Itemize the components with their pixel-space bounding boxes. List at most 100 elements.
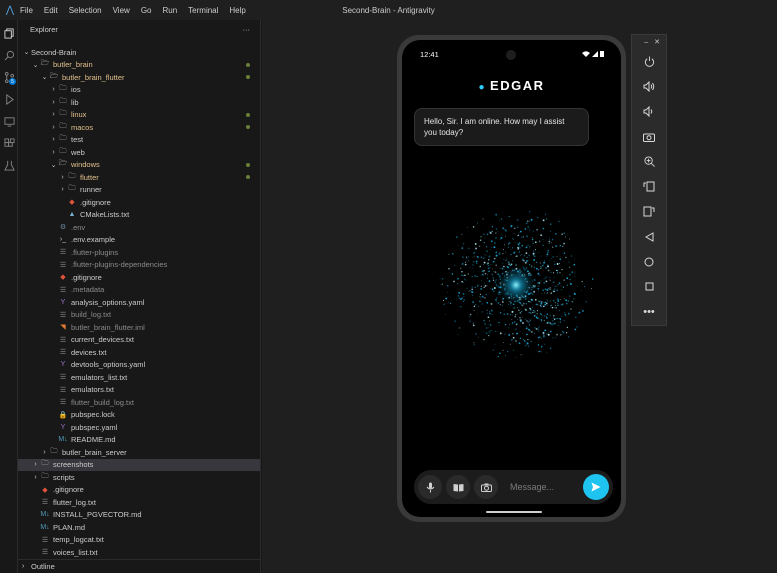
send-button[interactable] xyxy=(583,474,609,500)
tree-file[interactable]: ☰ temp_logcat.txt xyxy=(18,534,260,547)
orb-particle xyxy=(520,310,523,313)
book-button[interactable] xyxy=(446,475,470,499)
back-icon[interactable] xyxy=(632,224,666,249)
orb-particle xyxy=(515,256,517,258)
extensions-icon[interactable] xyxy=(0,132,18,154)
tree-file[interactable]: ☰ devices.txt xyxy=(18,346,260,359)
tree-folder[interactable]: ⌄ 🗁 windows xyxy=(18,159,260,172)
tree-file[interactable]: ☰ emulators_list.txt xyxy=(18,371,260,384)
tree-file[interactable]: ▲ CMakeLists.txt xyxy=(18,209,260,222)
tree-folder[interactable]: › 🗀 macos xyxy=(18,121,260,134)
tree-folder[interactable]: ⌄ 🗁 butler_brain xyxy=(18,59,260,72)
explorer-icon[interactable] xyxy=(0,22,18,44)
tree-file[interactable]: Ypubspec.yaml xyxy=(18,421,260,434)
orb-particle xyxy=(461,233,463,235)
camera-icon[interactable] xyxy=(632,124,666,149)
orb-particle xyxy=(519,247,521,249)
tree-file[interactable]: ☰ voices_list.txt xyxy=(18,546,260,559)
tree-folder[interactable]: › 🗀 linux xyxy=(18,109,260,122)
orb-particle xyxy=(545,293,547,295)
tree-folder[interactable]: › 🗀 ios xyxy=(18,84,260,97)
tree-file[interactable]: Yanalysis_options.yaml xyxy=(18,296,260,309)
tree-file[interactable]: Ydevtools_options.yaml xyxy=(18,359,260,372)
tree-folder[interactable]: › 🗀 web xyxy=(18,146,260,159)
orb-particle xyxy=(532,242,534,244)
home-icon[interactable] xyxy=(632,249,666,274)
antigravity-logo-icon[interactable]: ⋀ xyxy=(0,5,20,16)
tree-file[interactable]: ☰ .metadata xyxy=(18,284,260,297)
menu-terminal[interactable]: Terminal xyxy=(188,6,218,15)
tree-file[interactable]: ☰ build_log.txt xyxy=(18,309,260,322)
orb-particle xyxy=(558,282,561,285)
message-input[interactable]: Message... xyxy=(502,482,583,492)
menu-go[interactable]: Go xyxy=(141,6,152,15)
orb-core xyxy=(494,263,538,307)
menu-file[interactable]: File xyxy=(20,6,33,15)
orb-particle xyxy=(492,279,495,281)
tree-file[interactable]: ☰ .flutter-plugins xyxy=(18,246,260,259)
menu-help[interactable]: Help xyxy=(229,6,245,15)
orb-particle xyxy=(531,238,534,241)
orb-particle xyxy=(476,222,478,224)
power-icon[interactable] xyxy=(632,49,666,74)
testing-icon[interactable] xyxy=(0,154,18,176)
minimize-icon[interactable]: – xyxy=(644,39,648,46)
orb-particle xyxy=(585,301,587,303)
tree-file[interactable]: ☰ .flutter-plugins-dependencies xyxy=(18,259,260,272)
orb-particle xyxy=(565,299,568,302)
outline-section[interactable]: › Outline xyxy=(18,559,260,573)
tree-file[interactable]: ☰ emulators.txt xyxy=(18,384,260,397)
orb-particle xyxy=(499,352,501,355)
tree-file[interactable]: M↓ INSTALL_PGVECTOR.md xyxy=(18,509,260,522)
tree-file[interactable]: ◆ .gitignore xyxy=(18,484,260,497)
tree-folder[interactable]: ⌄ 🗁 butler_brain_flutter xyxy=(18,71,260,84)
run-debug-icon[interactable] xyxy=(0,88,18,110)
tree-folder[interactable]: › 🗀 runner xyxy=(18,184,260,197)
tree-folder[interactable]: › 🗀 butler_brain_server xyxy=(18,446,260,459)
tree-file[interactable]: ⚙ .env xyxy=(18,221,260,234)
microphone-button[interactable] xyxy=(418,475,442,499)
tree-folder[interactable]: › 🗀 test xyxy=(18,134,260,147)
tree-file[interactable]: ◆ .gitignore xyxy=(18,196,260,209)
camera-button[interactable] xyxy=(474,475,498,499)
remote-icon[interactable] xyxy=(0,110,18,132)
tree-folder[interactable]: › 🗀 scripts xyxy=(18,471,260,484)
rotate-left-icon[interactable] xyxy=(632,174,666,199)
tree-file[interactable]: ›_ .env.example xyxy=(18,234,260,247)
tree-folder[interactable]: › 🗀 flutter xyxy=(18,171,260,184)
volume-down-icon[interactable] xyxy=(632,99,666,124)
tree-file[interactable]: 🔒 pubspec.lock xyxy=(18,409,260,422)
orb-particle xyxy=(522,260,524,262)
tree-folder[interactable]: ⌄ Second-Brain xyxy=(18,46,260,59)
tree-folder[interactable]: › 🗀 lib xyxy=(18,96,260,109)
gesture-home-bar[interactable] xyxy=(486,511,542,513)
phone-screen[interactable]: 12:41 ● EDGAR Hello, Sir. I am online. Ho… xyxy=(402,40,621,517)
orb-particle xyxy=(471,286,473,288)
tree-file[interactable]: ◆ .gitignore xyxy=(18,271,260,284)
menu-view[interactable]: View xyxy=(113,6,130,15)
tree-file[interactable]: M↓ README.md xyxy=(18,434,260,447)
more-actions-icon[interactable]: ··· xyxy=(243,25,251,34)
tree-file[interactable]: ◥ butler_brain_flutter.iml xyxy=(18,321,260,334)
menu-run[interactable]: Run xyxy=(162,6,177,15)
orb-particle xyxy=(544,303,547,306)
volume-up-icon[interactable] xyxy=(632,74,666,99)
tree-item-label: .env xyxy=(71,222,86,232)
more-icon[interactable]: ••• xyxy=(632,299,666,324)
source-control-icon[interactable]: 5 xyxy=(0,66,18,88)
tree-file[interactable]: ☰ current_devices.txt xyxy=(18,334,260,347)
search-icon[interactable] xyxy=(0,44,18,66)
chevron-right-icon: › xyxy=(52,123,55,131)
menu-edit[interactable]: Edit xyxy=(44,6,58,15)
tree-file[interactable]: ☰ flutter_log.txt xyxy=(18,496,260,509)
tree-file[interactable]: M↓ PLAN.md xyxy=(18,521,260,534)
overview-icon[interactable] xyxy=(632,274,666,299)
zoom-icon[interactable] xyxy=(632,149,666,174)
tree-folder[interactable]: › 🗀 screenshots xyxy=(18,458,260,471)
orb-particle xyxy=(542,289,544,292)
tree-file[interactable]: ☰ flutter_build_log.txt xyxy=(18,396,260,409)
rotate-right-icon[interactable] xyxy=(632,199,666,224)
app-title: ● EDGAR xyxy=(478,78,545,93)
menu-selection[interactable]: Selection xyxy=(69,6,102,15)
close-icon[interactable]: ✕ xyxy=(654,38,660,46)
